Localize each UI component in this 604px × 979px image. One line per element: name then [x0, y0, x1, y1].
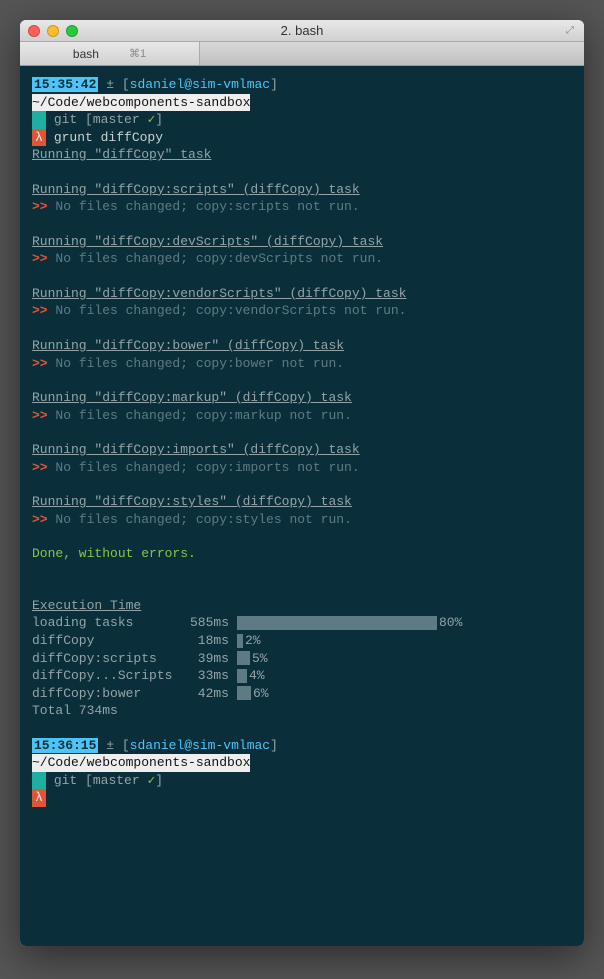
- task-run-line: Running "diffCopy:styles" (diffCopy) tas…: [32, 493, 572, 511]
- maximize-icon[interactable]: ⤢: [566, 25, 578, 37]
- exec-time: 18ms: [182, 632, 237, 650]
- window-controls: [28, 25, 78, 37]
- command-line: λ: [32, 789, 572, 807]
- exec-row: loading tasks585ms 80%: [32, 614, 572, 632]
- exec-row: diffCopy:bower42ms 6%: [32, 685, 572, 703]
- exec-header: Execution Time: [32, 597, 572, 615]
- exec-time: 33ms: [182, 667, 237, 685]
- git-line: git [master ✓]: [32, 772, 572, 790]
- tab-label: bash: [73, 47, 99, 61]
- exec-bar: [237, 669, 247, 683]
- timestamp: 15:36:15: [32, 738, 98, 753]
- exec-label: diffCopy:scripts: [32, 650, 182, 668]
- exec-pct: 2%: [245, 632, 261, 650]
- prompt-line: 15:36:15 ± [sdaniel@sim-vmlmac]: [32, 737, 572, 755]
- task-run-line: Running "diffCopy:bower" (diffCopy) task: [32, 337, 572, 355]
- exec-label: diffCopy: [32, 632, 182, 650]
- task-msg-line: >> No files changed; copy:bower not run.: [32, 355, 572, 373]
- tab-shortcut: ⌘1: [129, 47, 146, 60]
- minimize-icon[interactable]: [47, 25, 59, 37]
- lambda-icon: λ: [32, 129, 46, 147]
- exec-total: Total 734ms: [32, 702, 572, 720]
- done-line: Done, without errors.: [32, 545, 572, 563]
- exec-row: diffCopy:scripts39ms 5%: [32, 650, 572, 668]
- task-run-line: Running "diffCopy:imports" (diffCopy) ta…: [32, 441, 572, 459]
- task-msg-line: >> No files changed; copy:imports not ru…: [32, 459, 572, 477]
- command-line: λ grunt diffCopy: [32, 129, 572, 147]
- exec-pct: 80%: [439, 614, 462, 632]
- task-run-line: Running "diffCopy:markup" (diffCopy) tas…: [32, 389, 572, 407]
- tab-bash[interactable]: bash ⌘1: [20, 42, 200, 65]
- exec-bar: [237, 651, 250, 665]
- task-run-line: Running "diffCopy:devScripts" (diffCopy)…: [32, 233, 572, 251]
- terminal-content[interactable]: 15:35:42 ± [sdaniel@sim-vmlmac] ~/Code/w…: [20, 66, 584, 946]
- exec-bar: [237, 686, 251, 700]
- zoom-icon[interactable]: [66, 25, 78, 37]
- task-run-line: Running "diffCopy:scripts" (diffCopy) ta…: [32, 181, 572, 199]
- prompt-line: 15:35:42 ± [sdaniel@sim-vmlmac]: [32, 76, 572, 94]
- exec-row: diffCopy18ms 2%: [32, 632, 572, 650]
- titlebar[interactable]: 2. bash ⤢: [20, 20, 584, 42]
- exec-label: diffCopy:bower: [32, 685, 182, 703]
- task-msg-line: >> No files changed; copy:markup not run…: [32, 407, 572, 425]
- task-msg-line: >> No files changed; copy:styles not run…: [32, 511, 572, 529]
- exec-pct: 5%: [252, 650, 268, 668]
- task-msg-line: >> No files changed; copy:devScripts not…: [32, 250, 572, 268]
- user-host: sdaniel@sim-vmlmac: [130, 738, 270, 753]
- exec-pct: 4%: [249, 667, 265, 685]
- output-line: Running "diffCopy" task: [32, 146, 572, 164]
- timestamp: 15:35:42: [32, 77, 98, 92]
- git-line: git [master ✓]: [32, 111, 572, 129]
- user-host: sdaniel@sim-vmlmac: [130, 77, 270, 92]
- terminal-window: 2. bash ⤢ bash ⌘1 15:35:42 ± [sdaniel@si…: [20, 20, 584, 946]
- exec-time: 39ms: [182, 650, 237, 668]
- exec-bar: [237, 616, 437, 630]
- exec-time: 42ms: [182, 685, 237, 703]
- exec-bar: [237, 634, 243, 648]
- task-msg-line: >> No files changed; copy:vendorScripts …: [32, 302, 572, 320]
- cwd-line: ~/Code/webcomponents-sandbox: [32, 94, 572, 112]
- lambda-icon: λ: [32, 789, 46, 807]
- tab-bar: bash ⌘1: [20, 42, 584, 66]
- exec-time: 585ms: [182, 614, 237, 632]
- task-msg-line: >> No files changed; copy:scripts not ru…: [32, 198, 572, 216]
- close-icon[interactable]: [28, 25, 40, 37]
- task-run-line: Running "diffCopy:vendorScripts" (diffCo…: [32, 285, 572, 303]
- exec-label: diffCopy...Scripts: [32, 667, 182, 685]
- cwd-line: ~/Code/webcomponents-sandbox: [32, 754, 572, 772]
- window-title: 2. bash: [20, 23, 584, 38]
- exec-label: loading tasks: [32, 614, 182, 632]
- exec-pct: 6%: [253, 685, 269, 703]
- exec-row: diffCopy...Scripts33ms 4%: [32, 667, 572, 685]
